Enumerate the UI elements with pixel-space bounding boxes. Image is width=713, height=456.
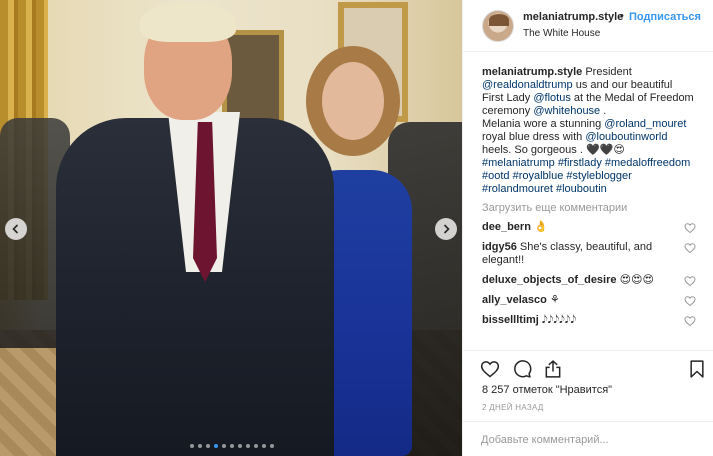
comment-like-heart-icon[interactable] (684, 275, 696, 287)
load-more-comments-button[interactable]: Загрузить еще комментарии (482, 202, 696, 214)
caption-link[interactable]: @roland_mouret (604, 118, 686, 130)
caption-fragment: heels. So gorgeous . 🖤🖤😍 (482, 144, 625, 156)
comment-like-heart-icon[interactable] (684, 315, 696, 327)
caption-username[interactable]: melaniatrump.style (482, 66, 582, 78)
photo-man-hair (140, 2, 236, 42)
comment-item: ally_velasco ⚘ (482, 294, 696, 307)
header-separator: • (620, 10, 624, 22)
caption-fragment: Melania wore a stunning (482, 118, 605, 130)
action-bar (463, 350, 713, 380)
heart-icon (480, 361, 500, 378)
comment-username[interactable]: ally_velasco (482, 294, 547, 306)
caption-link[interactable]: @realdonaldtrump (482, 79, 573, 91)
post-photo[interactable] (0, 0, 462, 456)
comment-username[interactable]: dee_bern (482, 221, 531, 233)
chevron-left-icon (12, 224, 19, 234)
comment-like-heart-icon[interactable] (684, 242, 696, 254)
comment-like-heart-icon[interactable] (684, 222, 696, 234)
carousel-dots (190, 444, 274, 448)
comment-list: dee_bern 👌 idgy56 She's classy, beautiful… (482, 221, 696, 327)
comment-text: 👌 (530, 221, 548, 233)
comment-item: dee_bern 👌 (482, 221, 696, 234)
carousel-dot (238, 444, 242, 448)
caption-text: President @realdonaldtrump us and our be… (482, 66, 694, 195)
comment-icon (514, 360, 532, 378)
post-side-panel: melaniatrump.style • Подписаться The Whi… (462, 0, 713, 456)
bookmark-icon (690, 360, 704, 378)
add-comment-bar (463, 421, 713, 456)
comment-text: 𝅘𝅥𝅮𝅘𝅥𝅮𝅘𝅥𝅮𝅘𝅥𝅮𝅘𝅥𝅮𝅘𝅥𝅮 (538, 314, 577, 326)
carousel-next-button[interactable] (435, 218, 457, 240)
post-timestamp[interactable]: 2 ДНЕЙ НАЗАД (482, 403, 544, 412)
carousel-dot (230, 444, 234, 448)
avatar[interactable] (482, 10, 514, 42)
carousel-dot (214, 444, 218, 448)
caption-fragment: . (600, 105, 607, 117)
share-icon (545, 360, 561, 378)
comment-item: idgy56 She's classy, beautiful, and eleg… (482, 241, 696, 267)
caption-link[interactable]: @louboutinworld (585, 131, 667, 143)
carousel-dot (262, 444, 266, 448)
comments-section: melaniatrump.style President @realdonald… (463, 52, 713, 350)
carousel-dot (222, 444, 226, 448)
comment-text: 😍😍😍 (616, 274, 654, 286)
post-header: melaniatrump.style • Подписаться The Whi… (463, 0, 713, 52)
caption-fragment: President (582, 66, 632, 78)
comment-username[interactable]: bissellltimj (482, 314, 539, 326)
header-username[interactable]: melaniatrump.style (523, 11, 623, 23)
carousel-dot (270, 444, 274, 448)
carousel-dot (206, 444, 210, 448)
post-caption: melaniatrump.style President @realdonald… (482, 66, 696, 196)
comment-item: deluxe_objects_of_desire 😍😍😍 (482, 274, 696, 287)
comment-item: bissellltimj 𝅘𝅥𝅮𝅘𝅥𝅮𝅘𝅥𝅮𝅘𝅥𝅮𝅘𝅥𝅮𝅘𝅥𝅮 (482, 314, 696, 327)
comment-text: ⚘ (546, 294, 560, 306)
follow-button[interactable]: Подписаться (629, 11, 701, 23)
photo-woman-head (322, 62, 384, 140)
caption-fragment: royal blue dress with (482, 131, 586, 143)
carousel-prev-button[interactable] (5, 218, 27, 240)
caption-link[interactable]: @whitehouse (533, 105, 600, 117)
comment-username[interactable]: deluxe_objects_of_desire (482, 274, 617, 286)
carousel-dot (254, 444, 258, 448)
carousel-dot (246, 444, 250, 448)
location-link[interactable]: The White House (523, 28, 600, 39)
like-button[interactable] (480, 359, 502, 381)
carousel-dot (190, 444, 194, 448)
save-button[interactable] (687, 359, 709, 381)
share-button[interactable] (543, 359, 565, 381)
add-comment-input[interactable] (481, 432, 691, 448)
likes-count[interactable]: 8 257 отметок "Нравится" (482, 384, 612, 396)
chevron-right-icon (443, 224, 450, 234)
carousel-dot (198, 444, 202, 448)
caption-link[interactable]: @flotus (533, 92, 570, 104)
comment-like-heart-icon[interactable] (684, 295, 696, 307)
comment-button[interactable] (512, 359, 534, 381)
caption-link[interactable]: #melaniatrump #firstlady #medaloffreedom… (482, 157, 690, 195)
comment-username[interactable]: idgy56 (482, 241, 517, 253)
